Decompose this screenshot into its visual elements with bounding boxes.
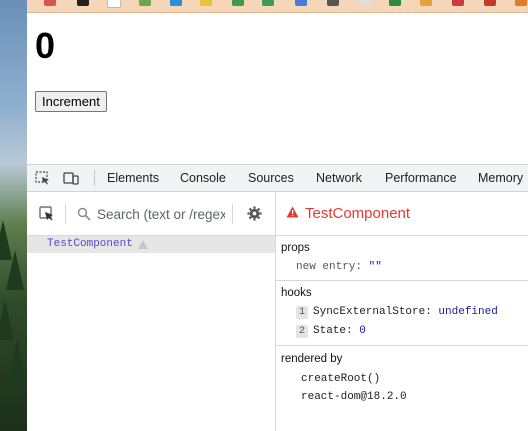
rendered-by-title: rendered by bbox=[281, 353, 343, 365]
hook-colon: : bbox=[346, 325, 360, 337]
component-search-input[interactable] bbox=[97, 204, 225, 224]
props-title: props bbox=[281, 242, 310, 254]
device-toggle-icon[interactable] bbox=[63, 171, 79, 185]
browser-window: 0 Increment Elements Console Sources Net… bbox=[27, 0, 528, 431]
tab-elements[interactable]: Elements bbox=[107, 171, 159, 185]
rendered-by-item: react-dom@18.2.0 bbox=[301, 391, 407, 403]
search-divider bbox=[232, 204, 233, 224]
bookmark-icon[interactable] bbox=[107, 0, 121, 8]
prop-row[interactable]: new entry: "" bbox=[296, 261, 382, 273]
bookmark-icon[interactable] bbox=[359, 0, 371, 6]
devtools-panel: Elements Console Sources Network Perform… bbox=[27, 164, 528, 431]
bookmark-icon[interactable] bbox=[200, 0, 212, 6]
bookmark-icon[interactable] bbox=[44, 0, 56, 6]
search-divider bbox=[65, 204, 66, 224]
prop-key: new entry bbox=[296, 261, 356, 273]
warning-icon bbox=[138, 240, 148, 249]
increment-button[interactable]: Increment bbox=[35, 91, 107, 112]
rendered-by-item: createRoot() bbox=[301, 373, 381, 385]
selected-component-name: TestComponent bbox=[305, 205, 411, 222]
tree-shape bbox=[0, 300, 14, 340]
component-inspector-pane: TestComponent props new entry: "" hooks … bbox=[276, 192, 528, 431]
hook-row[interactable]: 1 SyncExternalStore: undefined bbox=[296, 306, 498, 319]
hook-index: 1 bbox=[296, 306, 308, 319]
bookmark-icon[interactable] bbox=[484, 0, 496, 6]
bookmark-icon[interactable] bbox=[232, 0, 244, 6]
counter-value: 0 bbox=[35, 25, 56, 66]
hooks-title: hooks bbox=[281, 287, 312, 299]
hook-value: 0 bbox=[359, 325, 366, 337]
warning-icon bbox=[286, 206, 299, 218]
tree-shape bbox=[6, 250, 24, 290]
hook-colon: : bbox=[425, 306, 439, 318]
component-tree-pane: TestComponent bbox=[27, 192, 276, 431]
hook-name: State bbox=[313, 325, 347, 337]
tab-network[interactable]: Network bbox=[316, 171, 362, 185]
bookmark-icon[interactable] bbox=[389, 0, 401, 6]
bookmark-icon[interactable] bbox=[139, 0, 151, 6]
desktop-background bbox=[0, 0, 27, 431]
bookmark-icon[interactable] bbox=[77, 0, 89, 6]
bookmark-icon[interactable] bbox=[262, 0, 274, 6]
bookmark-icon[interactable] bbox=[170, 0, 182, 6]
hook-value: undefined bbox=[438, 306, 498, 318]
inspector-header: TestComponent bbox=[276, 192, 528, 236]
tab-console[interactable]: Console bbox=[180, 171, 226, 185]
hook-index: 2 bbox=[296, 325, 308, 338]
gear-icon[interactable] bbox=[247, 206, 262, 221]
tree-row-label: TestComponent bbox=[47, 238, 133, 250]
bookmark-icon[interactable] bbox=[327, 0, 339, 6]
hook-name: SyncExternalStore bbox=[313, 306, 426, 318]
hook-row[interactable]: 2 State: 0 bbox=[296, 325, 366, 338]
prop-colon: : bbox=[355, 261, 369, 273]
select-component-icon[interactable] bbox=[39, 206, 55, 222]
rendered-by-section: rendered by createRoot() react-dom@18.2.… bbox=[276, 346, 528, 431]
tree-shape bbox=[8, 340, 26, 380]
props-section: props new entry: "" bbox=[276, 236, 528, 281]
tab-sources[interactable]: Sources bbox=[248, 171, 294, 185]
tab-memory[interactable]: Memory bbox=[478, 171, 523, 185]
prop-value: "" bbox=[368, 261, 382, 273]
bookmark-icon[interactable] bbox=[452, 0, 464, 6]
tabbar-divider bbox=[94, 170, 95, 186]
hooks-section: hooks 1 SyncExternalStore: undefined 2 Sta… bbox=[276, 281, 528, 346]
inspect-element-icon[interactable] bbox=[35, 171, 51, 185]
search-icon bbox=[77, 207, 91, 221]
bookmark-icon[interactable] bbox=[295, 0, 307, 6]
tree-search-bar bbox=[27, 192, 275, 236]
bookmark-bar bbox=[27, 0, 528, 13]
devtools-tabbar: Elements Console Sources Network Perform… bbox=[27, 165, 528, 192]
bookmark-icon[interactable] bbox=[515, 0, 527, 6]
tree-row[interactable]: TestComponent bbox=[27, 236, 275, 253]
bookmark-icon[interactable] bbox=[420, 0, 432, 6]
tab-performance[interactable]: Performance bbox=[385, 171, 457, 185]
